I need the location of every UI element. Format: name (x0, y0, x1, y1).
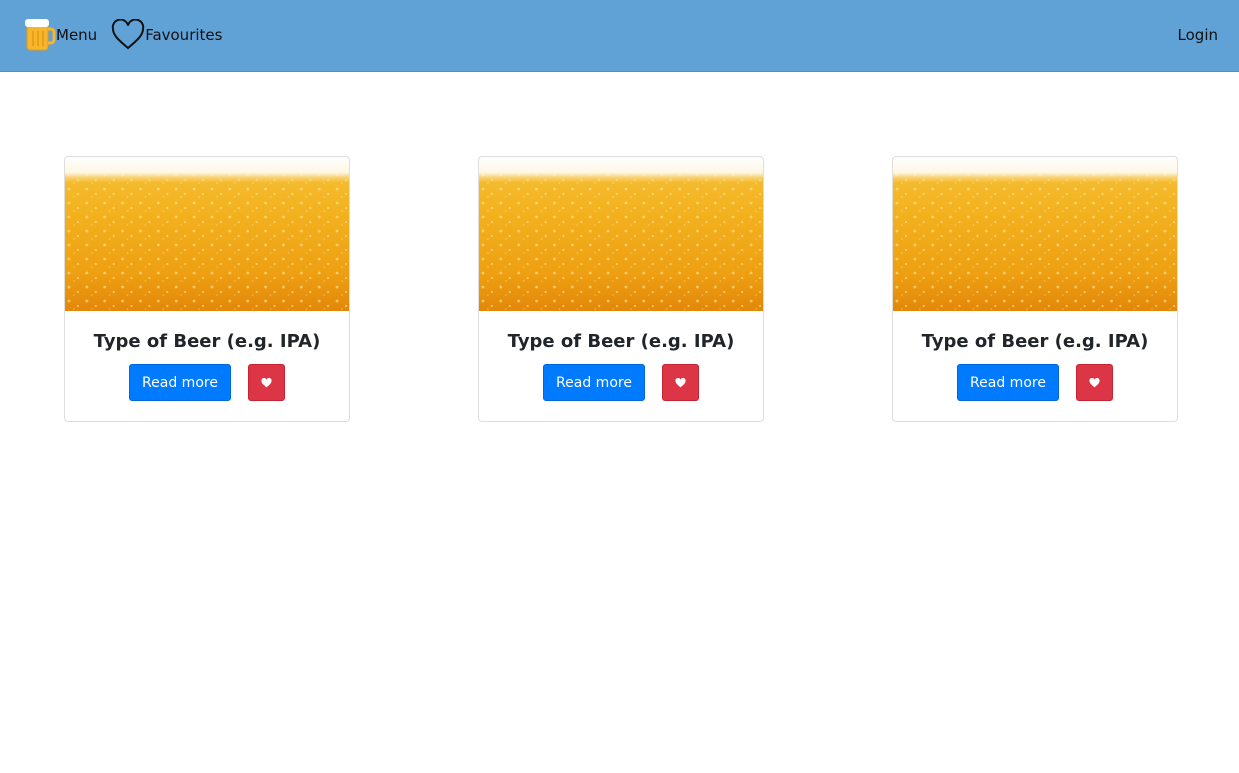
beer-foam-image (893, 157, 1177, 311)
favourite-button[interactable] (662, 364, 699, 401)
nav-menu-label: Menu (56, 26, 98, 44)
navbar: Menu Favourites Login (0, 0, 1239, 72)
heart-outline-icon (112, 19, 145, 50)
heart-icon (261, 377, 272, 387)
beer-card-grid: Type of Beer (e.g. IPA) Read more Type o… (64, 156, 1178, 423)
beer-foam-image (479, 157, 763, 311)
read-more-button[interactable]: Read more (129, 364, 231, 401)
beer-foam-image (65, 157, 349, 311)
beer-card: Type of Beer (e.g. IPA) Read more (892, 156, 1178, 422)
nav-left-group: Menu Favourites (24, 18, 222, 52)
beer-card: Type of Beer (e.g. IPA) Read more (64, 156, 350, 422)
heart-icon (1089, 377, 1100, 387)
card-actions: Read more (479, 364, 763, 401)
read-more-button[interactable]: Read more (543, 364, 645, 401)
heart-icon (675, 377, 686, 387)
card-title: Type of Beer (e.g. IPA) (93, 331, 321, 352)
beer-mug-icon (25, 19, 56, 51)
nav-favourites-label: Favourites (145, 26, 223, 44)
login-link[interactable]: Login (1178, 26, 1218, 44)
favourite-button[interactable] (1076, 364, 1113, 401)
card-actions: Read more (65, 364, 349, 401)
card-actions: Read more (893, 364, 1177, 401)
read-more-button[interactable]: Read more (957, 364, 1059, 401)
beer-card: Type of Beer (e.g. IPA) Read more (478, 156, 764, 422)
card-title: Type of Beer (e.g. IPA) (507, 331, 735, 352)
nav-menu-link[interactable]: Menu (24, 18, 97, 52)
nav-favourites-link[interactable]: Favourites (111, 19, 222, 51)
favourite-button[interactable] (248, 364, 285, 401)
card-title: Type of Beer (e.g. IPA) (921, 331, 1149, 352)
